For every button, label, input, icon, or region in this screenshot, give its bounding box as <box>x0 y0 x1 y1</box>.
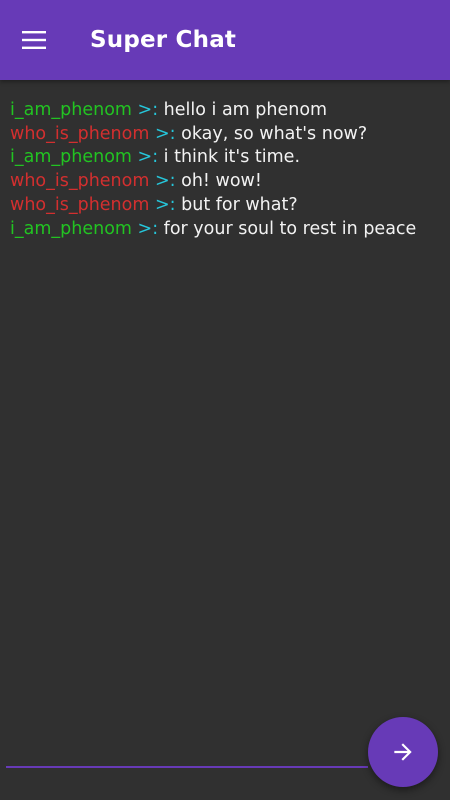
message-username: who_is_phenom <box>10 171 150 192</box>
message-separator: >: <box>154 194 176 215</box>
app-title: Super Chat <box>90 27 237 53</box>
message-text: hello i am phenom <box>163 100 328 120</box>
message-item: who_is_phenom >: okay, so what's now? <box>10 123 442 147</box>
message-text: for your soul to rest in peace <box>163 218 417 239</box>
message-text: i think it's time. <box>163 147 301 168</box>
message-username: i_am_phenom <box>10 218 132 239</box>
menu-button[interactable] <box>22 20 68 60</box>
message-item: who_is_phenom >: but for what? <box>10 194 442 218</box>
message-separator: >: <box>137 147 159 168</box>
menu-icon <box>22 31 46 49</box>
composer <box>6 730 368 768</box>
message-item: i_am_phenom >: hello i am phenom <box>10 99 442 123</box>
message-separator: >: <box>137 100 159 120</box>
message-separator: >: <box>154 171 176 192</box>
message-text: but for what? <box>181 194 298 215</box>
message-item: who_is_phenom >: oh! wow! <box>10 170 442 194</box>
app-bar: Super Chat <box>0 0 450 80</box>
message-text: okay, so what's now? <box>181 123 368 144</box>
message-username: who_is_phenom <box>10 123 150 144</box>
message-text: oh! wow! <box>181 171 262 192</box>
message-input[interactable] <box>6 730 368 768</box>
message-item: i_am_phenom >: i think it's time. <box>10 146 442 170</box>
message-separator: >: <box>137 218 159 239</box>
arrow-right-icon <box>394 743 412 761</box>
message-username: i_am_phenom <box>10 147 132 168</box>
message-username: who_is_phenom <box>10 194 150 215</box>
send-button[interactable] <box>368 717 438 787</box>
message-separator: >: <box>154 123 176 144</box>
message-list: i_am_phenom >: hello i am phenom who_is_… <box>10 99 442 241</box>
message-username: i_am_phenom <box>10 100 132 120</box>
message-item: i_am_phenom >: for your soul to rest in … <box>10 218 442 242</box>
